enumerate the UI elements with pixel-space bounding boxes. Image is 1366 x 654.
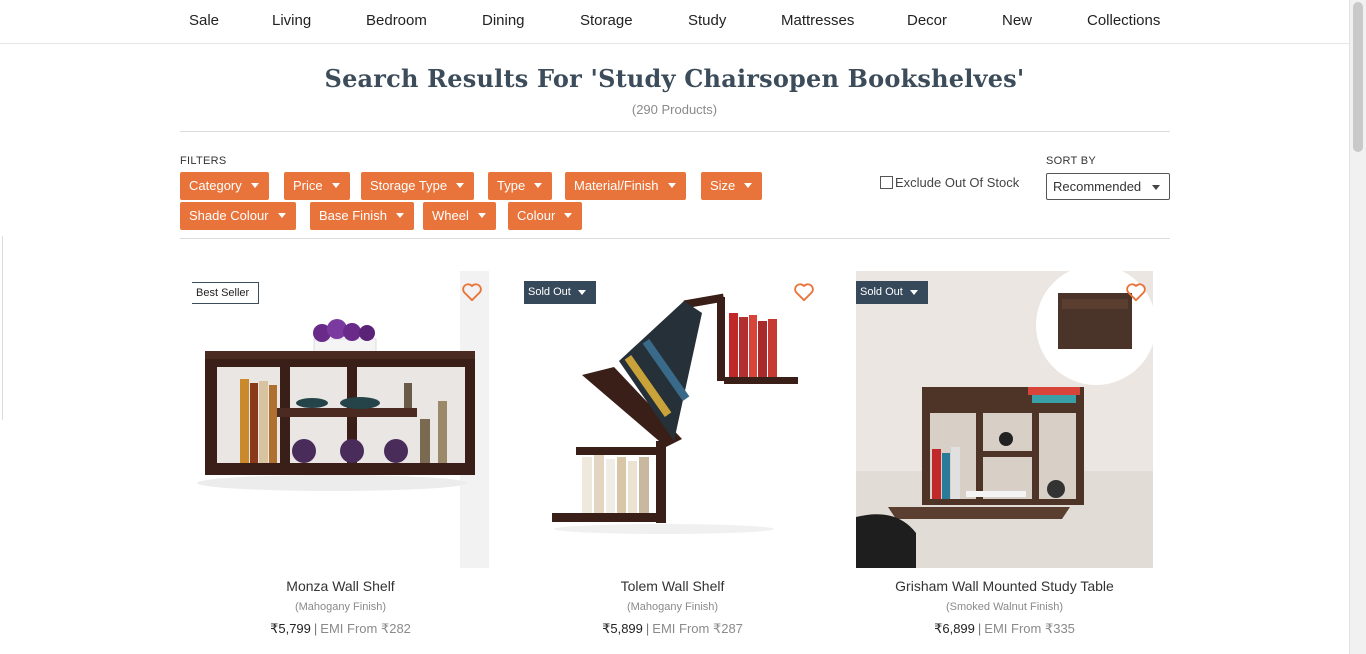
filter-wheel[interactable]: Wheel [423, 202, 496, 230]
nav-item-mattresses[interactable]: Mattresses [781, 12, 854, 29]
filter-type[interactable]: Type [488, 172, 553, 200]
sold-out-label: Sold Out [528, 286, 571, 298]
caret-down-icon [477, 213, 486, 219]
filter-label: Base Finish [319, 208, 387, 223]
exclude-out-of-stock[interactable]: Exclude Out Of Stock [880, 175, 1019, 190]
product-finish: (Smoked Walnut Finish) [946, 601, 1063, 613]
product-emi: EMI From ₹335 [984, 621, 1075, 636]
caret-down-icon [909, 289, 918, 295]
product-price-row: ₹6,899 | EMI From ₹335 [856, 621, 1153, 637]
caret-down-icon [1152, 185, 1160, 190]
filter-colour[interactable]: Colour [508, 202, 583, 230]
wall-shelf-photo [192, 271, 489, 568]
filter-material-finish[interactable]: Material/Finish [565, 172, 686, 200]
top-nav: Sale Living Bedroom Dining Storage Study… [0, 0, 1349, 44]
product-emi: EMI From ₹282 [320, 621, 411, 636]
caret-down-icon [277, 213, 286, 219]
filter-shade-colour[interactable]: Shade Colour [180, 202, 296, 230]
product-count: (290 Products) [631, 102, 718, 117]
wishlist-heart-icon[interactable] [461, 282, 483, 302]
filter-label: Storage Type [370, 178, 448, 193]
nav-item-storage[interactable]: Storage [580, 12, 633, 29]
divider [180, 131, 1170, 132]
sort-select[interactable]: Recommended [1046, 173, 1170, 200]
separator: | [977, 621, 982, 636]
study-table-photo [856, 271, 1153, 568]
product-name[interactable]: Tolem Wall Shelf [524, 578, 821, 594]
product-price-row: ₹5,899 | EMI From ₹287 [524, 621, 821, 637]
product-name[interactable]: Monza Wall Shelf [192, 578, 489, 594]
sort-selected-value: Recommended [1053, 179, 1142, 194]
caret-down-icon [577, 289, 586, 295]
exclude-label: Exclude Out Of Stock [895, 175, 1020, 190]
caret-down-icon [331, 183, 340, 189]
caret-down-icon [250, 183, 259, 189]
nav-item-new[interactable]: New [1002, 12, 1032, 29]
best-seller-badge: Best Seller [192, 282, 260, 304]
product-image[interactable]: Best Seller [192, 271, 489, 568]
product-finish: (Mahogany Finish) [294, 601, 387, 613]
filters-label: FILTERS [180, 155, 227, 167]
caret-down-icon [395, 213, 404, 219]
wall-shelf-photo [524, 271, 821, 568]
filter-price[interactable]: Price [284, 172, 350, 200]
filter-label: Material/Finish [574, 178, 659, 193]
side-panel-edge [0, 236, 3, 420]
nav-item-collections[interactable]: Collections [1087, 12, 1160, 29]
filter-label: Shade Colour [189, 208, 269, 223]
sort-by-label: SORT BY [1046, 155, 1096, 167]
product-emi: EMI From ₹287 [652, 621, 743, 636]
filter-category[interactable]: Category [180, 172, 269, 200]
product-name[interactable]: Grisham Wall Mounted Study Table [856, 578, 1153, 594]
exclude-checkbox[interactable] [880, 176, 893, 189]
wishlist-heart-icon[interactable] [793, 282, 815, 302]
sold-out-badge[interactable]: Sold Out [524, 281, 596, 304]
filter-label: Category [189, 178, 242, 193]
scrollbar-thumb[interactable] [1353, 2, 1363, 152]
product-image[interactable]: Sold Out [524, 271, 821, 568]
nav-item-dining[interactable]: Dining [482, 12, 525, 29]
page-title: Search Results For 'Study Chairsopen Boo… [324, 64, 1025, 93]
filter-base-finish[interactable]: Base Finish [310, 202, 414, 230]
caret-down-icon [564, 213, 573, 219]
nav-item-decor[interactable]: Decor [907, 12, 947, 29]
caret-down-icon [534, 183, 543, 189]
filter-label: Price [293, 178, 323, 193]
caret-down-icon [744, 183, 753, 189]
filter-size[interactable]: Size [701, 172, 763, 200]
nav-item-bedroom[interactable]: Bedroom [366, 12, 427, 29]
filter-label: Colour [517, 208, 556, 223]
product-finish: (Mahogany Finish) [626, 601, 719, 613]
filter-label: Size [710, 178, 736, 193]
product-price: ₹5,799 [270, 621, 311, 636]
sold-out-label: Sold Out [860, 286, 903, 298]
page-scrollbar[interactable] [1349, 0, 1366, 654]
wishlist-heart-icon[interactable] [1125, 282, 1147, 302]
product-price: ₹6,899 [934, 621, 975, 636]
product-price: ₹5,899 [602, 621, 643, 636]
separator: | [645, 621, 650, 636]
nav-item-sale[interactable]: Sale [189, 12, 219, 29]
nav-item-study[interactable]: Study [688, 12, 726, 29]
filter-label: Type [497, 178, 526, 193]
filter-label: Wheel [432, 208, 469, 223]
product-image[interactable]: Sold Out [856, 271, 1153, 568]
divider [180, 238, 1170, 239]
filter-storage-type[interactable]: Storage Type [361, 172, 475, 200]
sold-out-badge[interactable]: Sold Out [856, 281, 928, 304]
nav-item-living[interactable]: Living [272, 12, 311, 29]
caret-down-icon [667, 183, 676, 189]
product-price-row: ₹5,799 | EMI From ₹282 [192, 621, 489, 637]
separator: | [313, 621, 318, 636]
caret-down-icon [456, 183, 465, 189]
